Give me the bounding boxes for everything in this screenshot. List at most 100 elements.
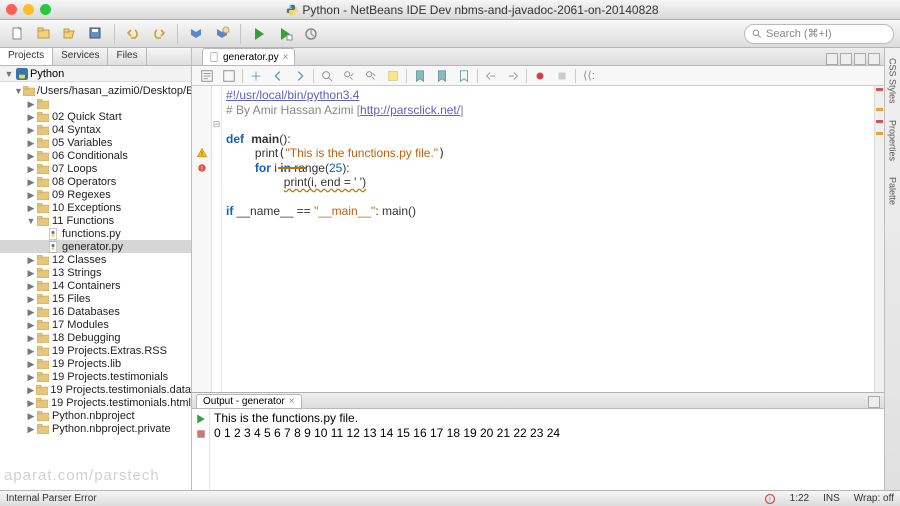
wrap-mode[interactable]: Wrap: off bbox=[854, 493, 894, 504]
twist-icon[interactable]: ▶ bbox=[26, 125, 36, 135]
tree-item-09-regexes[interactable]: ▶09 Regexes bbox=[0, 188, 191, 201]
tab-projects[interactable]: Projects bbox=[0, 48, 53, 65]
comment-button[interactable]: ⟨⟨: bbox=[580, 68, 598, 84]
save-all-button[interactable] bbox=[84, 23, 108, 45]
tree-item-10-exceptions[interactable]: ▶10 Exceptions bbox=[0, 201, 191, 214]
tree-item-05-variables[interactable]: ▶05 Variables bbox=[0, 136, 191, 149]
tree-item-04-syntax[interactable]: ▶04 Syntax bbox=[0, 123, 191, 136]
twist-icon[interactable]: ▶ bbox=[26, 320, 36, 330]
tab-services[interactable]: Services bbox=[53, 48, 108, 65]
open-button[interactable] bbox=[58, 23, 82, 45]
prev-bookmark-button[interactable] bbox=[411, 68, 429, 84]
tree-item-19-projects-testimonials[interactable]: ▶19 Projects.testimonials bbox=[0, 370, 191, 383]
error-stripe[interactable] bbox=[874, 86, 884, 392]
twist-icon[interactable]: ▶ bbox=[26, 99, 36, 109]
twist-icon[interactable]: ▶ bbox=[26, 372, 36, 382]
shift-left-button[interactable] bbox=[482, 68, 500, 84]
fold-column[interactable]: ⊟ bbox=[212, 86, 222, 392]
insert-mode[interactable]: INS bbox=[823, 493, 840, 504]
twist-icon[interactable]: ▶ bbox=[26, 359, 36, 369]
tree-item-19-projects-extras-rss[interactable]: ▶19 Projects.Extras.RSS bbox=[0, 344, 191, 357]
toggle-bookmark-button[interactable] bbox=[455, 68, 473, 84]
project-root[interactable]: ▼ Python bbox=[0, 66, 191, 82]
tree-item-18-debugging[interactable]: ▶18 Debugging bbox=[0, 331, 191, 344]
error-mark[interactable] bbox=[876, 88, 883, 91]
toggle-highlight-button[interactable] bbox=[384, 68, 402, 84]
editor-tab-generator[interactable]: generator.py × bbox=[202, 48, 295, 65]
stop-button[interactable] bbox=[194, 427, 208, 441]
build-button[interactable] bbox=[184, 23, 208, 45]
prev-tab-button[interactable] bbox=[826, 53, 838, 65]
tree-item-17-modules[interactable]: ▶17 Modules bbox=[0, 318, 191, 331]
output-minimize-button[interactable] bbox=[868, 396, 880, 408]
profile-button[interactable] bbox=[299, 23, 323, 45]
tab-palette[interactable]: Palette bbox=[888, 173, 898, 209]
macro-stop-button[interactable] bbox=[553, 68, 571, 84]
new-project-button[interactable] bbox=[32, 23, 56, 45]
tree-item-07-loops[interactable]: ▶07 Loops bbox=[0, 162, 191, 175]
tab-css-styles[interactable]: CSS Styles bbox=[888, 54, 898, 108]
tree-item-08-operators[interactable]: ▶08 Operators bbox=[0, 175, 191, 188]
warning-mark[interactable] bbox=[876, 108, 883, 111]
twist-icon[interactable]: ▶ bbox=[26, 203, 36, 213]
window-minimize-button[interactable] bbox=[23, 4, 34, 15]
author-url[interactable]: http://parsclick.net/ bbox=[360, 103, 460, 117]
tree-file-generator-py[interactable]: generator.py bbox=[0, 240, 191, 253]
tree-item-02-quick-start[interactable]: ▶02 Quick Start bbox=[0, 110, 191, 123]
status-error-icon[interactable]: ! bbox=[764, 493, 776, 505]
shift-right-button[interactable] bbox=[504, 68, 522, 84]
tree-item-16-databases[interactable]: ▶16 Databases bbox=[0, 305, 191, 318]
debug-button[interactable] bbox=[273, 23, 297, 45]
tree-item-11-functions[interactable]: ▼11 Functions bbox=[0, 214, 191, 227]
tree-item-15-files[interactable]: ▶15 Files bbox=[0, 292, 191, 305]
tree-item--top-level-[interactable]: ▶ bbox=[0, 97, 191, 110]
next-tab-button[interactable] bbox=[840, 53, 852, 65]
tree-item-13-strings[interactable]: ▶13 Strings bbox=[0, 266, 191, 279]
tree-item-12-classes[interactable]: ▶12 Classes bbox=[0, 253, 191, 266]
twist-icon[interactable]: ▶ bbox=[26, 281, 36, 291]
close-icon[interactable]: × bbox=[289, 396, 295, 407]
cursor-position[interactable]: 1:22 bbox=[790, 493, 809, 504]
project-path-row[interactable]: ▼ /Users/hasan_azimi0/Desktop/Exer bbox=[0, 84, 191, 97]
macro-record-button[interactable] bbox=[531, 68, 549, 84]
twist-icon[interactable]: ▼ bbox=[4, 69, 14, 79]
undo-button[interactable] bbox=[121, 23, 145, 45]
tree-item-19-projects-testimonials-data[interactable]: ▶19 Projects.testimonials.data bbox=[0, 383, 191, 396]
tree-item-06-conditionals[interactable]: ▶06 Conditionals bbox=[0, 149, 191, 162]
file-tree[interactable]: ▼ /Users/hasan_azimi0/Desktop/Exer ▶▶02 … bbox=[0, 82, 191, 490]
twist-icon[interactable]: ▶ bbox=[26, 333, 36, 343]
tab-properties[interactable]: Properties bbox=[888, 116, 898, 165]
twist-icon[interactable]: ▶ bbox=[26, 424, 36, 434]
clean-build-button[interactable] bbox=[210, 23, 234, 45]
window-close-button[interactable] bbox=[6, 4, 17, 15]
output-tab[interactable]: Output - generator × bbox=[196, 394, 302, 408]
gutter[interactable]: ! ! bbox=[192, 86, 212, 392]
twist-icon[interactable]: ▶ bbox=[26, 268, 36, 278]
twist-icon[interactable]: ▶ bbox=[26, 307, 36, 317]
twist-icon[interactable]: ▶ bbox=[26, 411, 36, 421]
twist-icon[interactable]: ▶ bbox=[26, 190, 36, 200]
code-area[interactable]: #!/usr/local/bin/python3.4 # By Amir Has… bbox=[222, 86, 884, 392]
twist-icon[interactable]: ▶ bbox=[26, 385, 35, 395]
find-selection-button[interactable] bbox=[318, 68, 336, 84]
source-button[interactable] bbox=[198, 68, 216, 84]
twist-icon[interactable]: ▶ bbox=[26, 138, 36, 148]
tree-item-python-nbproject[interactable]: ▶Python.nbproject bbox=[0, 409, 191, 422]
new-file-button[interactable] bbox=[6, 23, 30, 45]
close-icon[interactable]: × bbox=[283, 52, 289, 63]
run-button[interactable] bbox=[247, 23, 271, 45]
find-prev-button[interactable] bbox=[340, 68, 358, 84]
tree-item-python-nbproject-private[interactable]: ▶Python.nbproject.private bbox=[0, 422, 191, 435]
history-button[interactable] bbox=[220, 68, 238, 84]
next-bookmark-button[interactable] bbox=[433, 68, 451, 84]
tree-item-19-projects-testimonials-html[interactable]: ▶19 Projects.testimonials.html bbox=[0, 396, 191, 409]
find-next-button[interactable] bbox=[362, 68, 380, 84]
tab-files[interactable]: Files bbox=[108, 48, 146, 65]
twist-icon[interactable]: ▶ bbox=[26, 112, 36, 122]
forward-button[interactable] bbox=[291, 68, 309, 84]
twist-icon[interactable]: ▶ bbox=[26, 398, 36, 408]
tree-item-19-projects-lib[interactable]: ▶19 Projects.lib bbox=[0, 357, 191, 370]
twist-icon[interactable]: ▶ bbox=[26, 151, 36, 161]
twist-icon[interactable]: ▶ bbox=[26, 164, 36, 174]
twist-icon[interactable]: ▶ bbox=[26, 346, 36, 356]
